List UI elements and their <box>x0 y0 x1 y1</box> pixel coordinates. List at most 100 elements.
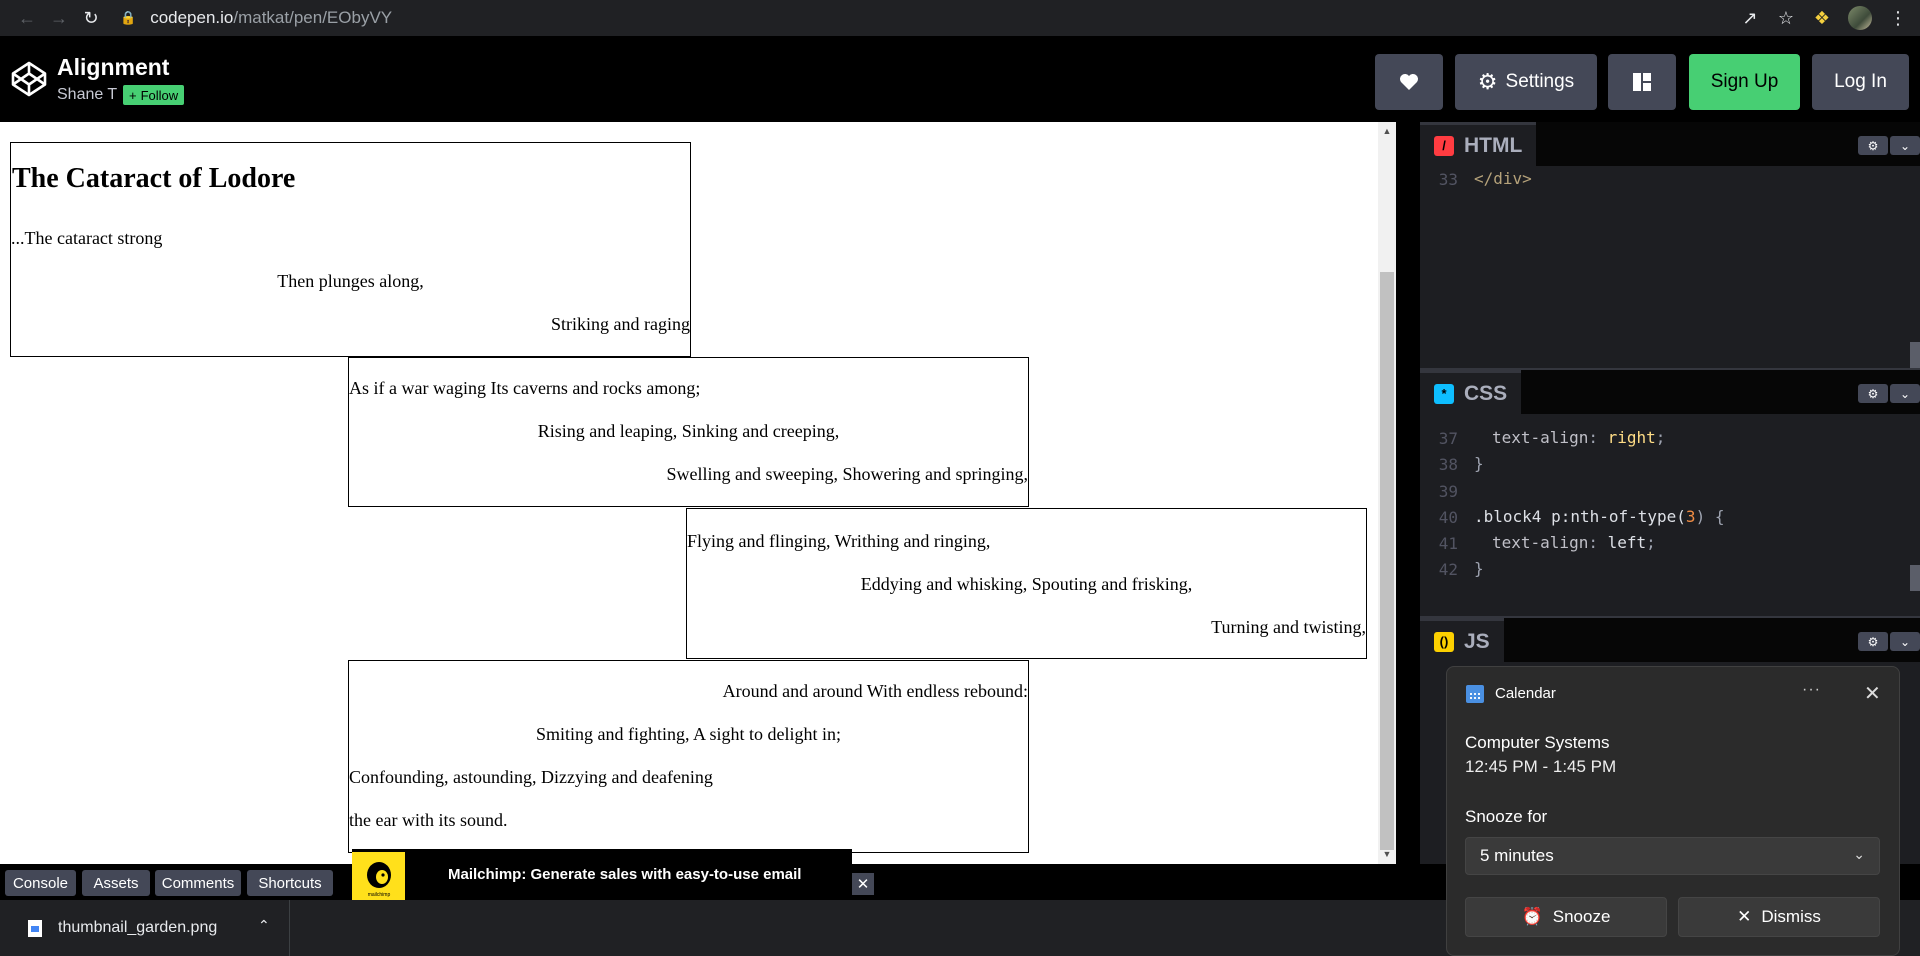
preview-scrollbar[interactable]: ▲ ▼ <box>1378 122 1396 864</box>
settings-label: Settings <box>1505 71 1575 92</box>
css-editor-scrollbar[interactable] <box>1910 565 1920 591</box>
image-file-icon <box>28 919 42 937</box>
follow-label: Follow <box>140 87 179 103</box>
browser-toolbar: ← → ↻ 🔒 codepen.io/matkat/pen/EObyVY ↗ ☆… <box>0 0 1920 36</box>
poem-line: ...The cataract strong <box>11 228 163 248</box>
pane-resizer[interactable] <box>1396 122 1420 864</box>
poem-line: As if a war waging Its caverns and rocks… <box>349 378 701 398</box>
html-tab-label: HTML <box>1464 133 1523 157</box>
css-tab-label: CSS <box>1464 381 1508 405</box>
html-collapse-chevron-icon[interactable]: ⌄ <box>1890 136 1920 155</box>
js-braces-icon: () <box>1434 631 1454 652</box>
pen-title: Alignment <box>57 54 170 80</box>
reload-icon[interactable]: ↻ <box>78 5 104 31</box>
more-options-icon[interactable]: ··· <box>1802 681 1821 699</box>
toast-app-name: Calendar <box>1495 685 1556 702</box>
codepen-logo-icon[interactable] <box>10 60 48 98</box>
heart-icon <box>1400 74 1418 90</box>
gear-icon: ⚙ <box>1477 69 1498 94</box>
calendar-notification: Calendar ··· ✕ Computer Systems 12:45 PM… <box>1446 666 1900 956</box>
mailchimp-logo-icon: mailchimp <box>352 852 405 903</box>
line-number: 38 <box>1438 455 1458 474</box>
close-icon[interactable]: ✕ <box>1864 681 1881 706</box>
pen-author[interactable]: Shane T <box>57 86 117 104</box>
html-editor-scrollbar[interactable] <box>1910 342 1920 368</box>
line-number: 40 <box>1438 508 1458 527</box>
poem-line: Striking and raging <box>551 314 690 334</box>
code-line[interactable]: text-align: left; <box>1492 533 1656 552</box>
code-line[interactable]: } <box>1474 559 1484 578</box>
menu-dots-icon[interactable]: ⋮ <box>1882 4 1914 32</box>
lock-icon: 🔒 <box>120 10 137 25</box>
mailchimp-ad[interactable]: mailchimp Mailchimp: Generate sales with… <box>352 849 852 903</box>
mailchimp-freddie-icon: mailchimp <box>366 861 391 898</box>
console-button[interactable]: Console <box>5 870 76 896</box>
html-slash-icon: / <box>1434 135 1454 156</box>
author-name[interactable]: Shane T <box>57 86 117 103</box>
share-icon[interactable]: ↗ <box>1734 4 1766 32</box>
snooze-button-label: Snooze <box>1552 907 1611 926</box>
code-line[interactable]: .block4 p:nth-of-type(3) { <box>1474 507 1724 526</box>
settings-button[interactable]: ⚙ Settings <box>1455 54 1597 110</box>
css-settings-gear-icon[interactable]: ⚙ <box>1858 384 1888 403</box>
poem-block-2: As if a war waging Its caverns and rocks… <box>348 357 1029 507</box>
scroll-thumb[interactable] <box>1380 272 1394 850</box>
sign-up-button[interactable]: Sign Up <box>1689 54 1800 110</box>
dismiss-x-icon: ✕ <box>1737 907 1752 926</box>
ad-text[interactable]: Mailchimp: Generate sales with easy-to-u… <box>448 866 801 883</box>
css-code-editor[interactable]: 37 text-align: right; 38 } 39 40 .block4… <box>1420 414 1920 614</box>
poem-block-3: Flying and flinging, Writhing and ringin… <box>686 508 1367 659</box>
url-domain: codepen.io <box>150 8 234 27</box>
shortcuts-button[interactable]: Shortcuts <box>247 870 333 896</box>
line-number: 33 <box>1438 170 1458 189</box>
poem-block-1: The Cataract of Lodore ...The cataract s… <box>10 142 691 357</box>
url-path: /matkat/pen/EObyVY <box>233 8 393 27</box>
change-view-button[interactable] <box>1608 54 1676 110</box>
alarm-clock-icon: ⏰ <box>1521 907 1543 926</box>
plus-icon: + <box>129 87 137 103</box>
comments-button[interactable]: Comments <box>155 870 241 896</box>
html-settings-gear-icon[interactable]: ⚙ <box>1858 136 1888 155</box>
css-collapse-chevron-icon[interactable]: ⌄ <box>1890 384 1920 403</box>
download-item[interactable]: thumbnail_garden.png <box>0 900 290 956</box>
ad-close-icon[interactable]: ✕ <box>852 873 874 895</box>
poem-line: Then plunges along, <box>277 271 424 291</box>
extensions-puzzle-icon[interactable]: ❖ <box>1806 4 1838 32</box>
bookmark-star-icon[interactable]: ☆ <box>1770 4 1802 32</box>
address-bar[interactable]: 🔒 codepen.io/matkat/pen/EObyVY <box>120 4 392 32</box>
download-filename[interactable]: thumbnail_garden.png <box>58 919 217 937</box>
html-code-editor[interactable]: 33 </div> <box>1420 168 1920 368</box>
forward-arrow-icon[interactable]: → <box>46 5 72 31</box>
back-arrow-icon[interactable]: ← <box>14 5 40 31</box>
js-collapse-chevron-icon[interactable]: ⌄ <box>1890 632 1920 651</box>
snooze-button[interactable]: ⏰ Snooze <box>1465 897 1667 937</box>
dismiss-button[interactable]: ✕ Dismiss <box>1678 897 1880 937</box>
profile-avatar[interactable] <box>1848 6 1872 30</box>
layout-icon <box>1633 73 1651 91</box>
svg-text:mailchimp: mailchimp <box>367 892 390 898</box>
chevron-up-icon[interactable]: ⌃ <box>258 917 270 934</box>
tab-js[interactable]: () JS <box>1420 618 1504 662</box>
heart-button[interactable] <box>1375 54 1443 110</box>
poem-line: Eddying and whisking, Spouting and frisk… <box>860 574 1193 594</box>
follow-button[interactable]: + Follow <box>123 85 185 105</box>
poem-line: Rising and leaping, Sinking and creeping… <box>537 421 840 441</box>
poem-line: Turning and twisting, <box>1211 617 1366 637</box>
code-line[interactable]: text-align: right; <box>1492 428 1665 447</box>
snooze-label: Snooze for <box>1465 807 1548 826</box>
scroll-down-arrow-icon[interactable]: ▼ <box>1381 848 1393 860</box>
snooze-duration-select[interactable]: 5 minutes ⌄ <box>1465 837 1880 875</box>
tab-css[interactable]: * CSS <box>1420 370 1522 414</box>
css-pane-header: * CSS ⚙ ⌄ <box>1420 370 1920 414</box>
log-in-button[interactable]: Log In <box>1812 54 1909 110</box>
js-settings-gear-icon[interactable]: ⚙ <box>1858 632 1888 651</box>
scroll-up-arrow-icon[interactable]: ▲ <box>1381 125 1393 137</box>
code-line[interactable]: </div> <box>1474 169 1532 188</box>
tab-html[interactable]: / HTML <box>1420 122 1537 166</box>
assets-button[interactable]: Assets <box>82 870 150 896</box>
codepen-header: Alignment Shane T + Follow ⚙ Settings Sig… <box>0 36 1920 122</box>
js-tab-label: JS <box>1464 629 1490 653</box>
code-line[interactable]: } <box>1474 454 1484 473</box>
js-pane-header: () JS ⚙ ⌄ <box>1420 618 1920 662</box>
line-number: 37 <box>1438 429 1458 448</box>
